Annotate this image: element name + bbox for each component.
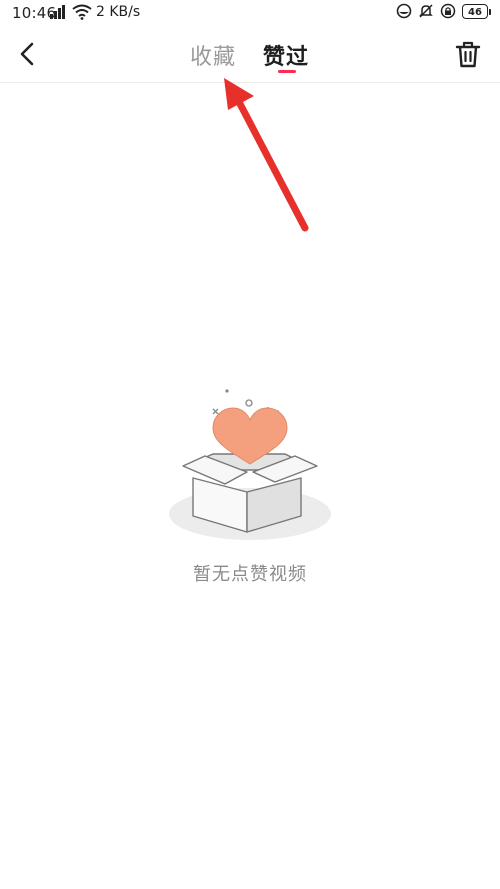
tab-liked[interactable]: 赞过 — [263, 39, 309, 71]
status-right-icons: 46 — [396, 3, 491, 19]
active-tab-indicator — [278, 70, 296, 73]
status-bar: 10:46 2 KB/s 46 — [0, 0, 500, 26]
lock-icon — [440, 3, 456, 19]
empty-state: 暂无点赞视频 — [0, 380, 500, 600]
battery-level: 46 — [468, 6, 482, 18]
open-box-with-heart-icon — [169, 389, 331, 540]
wifi-icon — [72, 4, 92, 20]
battery-icon: 46 — [462, 3, 491, 19]
signal-icon — [50, 5, 65, 19]
top-nav-bar: 收藏 赞过 — [0, 26, 500, 83]
empty-message: 暂无点赞视频 — [193, 564, 307, 585]
tab-bar: 收藏 赞过 — [0, 26, 500, 82]
annotation-arrow-icon — [224, 78, 309, 232]
tab-favorites[interactable]: 收藏 — [190, 39, 236, 71]
mute-icon — [419, 4, 433, 18]
trash-icon[interactable] — [454, 38, 482, 70]
network-speed: 2 KB/s — [96, 4, 141, 20]
data-saver-icon — [396, 3, 412, 19]
